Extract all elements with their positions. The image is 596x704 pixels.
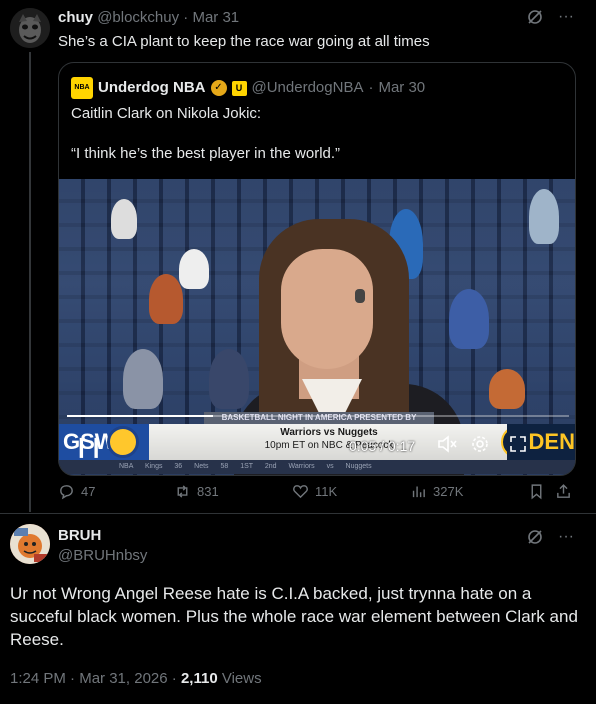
separator-dot: · [171, 670, 177, 687]
avatar[interactable] [10, 524, 50, 564]
pause-icon[interactable]: ❙❙ [73, 434, 104, 459]
quote-header: NBA Underdog NBA ✓ U @UnderdogNBA · Mar … [71, 77, 425, 99]
video-time: 0:05 / 0:17 [349, 438, 416, 454]
tweet-header: chuy @blockchuy · Mar 31 [58, 9, 239, 27]
quote-date: Mar 30 [378, 79, 426, 96]
grok-icon[interactable] [526, 528, 544, 551]
crowd-person [449, 289, 489, 349]
thread-line [29, 52, 31, 512]
grok-icon[interactable] [526, 8, 544, 31]
video-progress-fill [67, 415, 213, 417]
tweet-top-icons: ··· [526, 528, 574, 551]
crowd-person [179, 249, 209, 289]
display-name[interactable]: BRUH [58, 527, 101, 544]
ticker-title: BASKETBALL NIGHT IN AMERICA PRESENTED BY… [204, 412, 434, 434]
avatar[interactable] [10, 8, 50, 48]
views-chart-icon [412, 486, 425, 498]
mute-icon[interactable] [437, 435, 457, 458]
tweet-meta: 1:24 PM · Mar 31, 2026 · 2,110 Views [10, 670, 262, 687]
video-progress-bar[interactable] [67, 415, 569, 417]
view-count: 327K [433, 484, 464, 499]
handle[interactable]: @BRUHnbsy [58, 547, 147, 564]
tv-ticker: BASKETBALL NIGHT IN AMERICA PRESENTED BY… [59, 412, 575, 474]
reporter-face [281, 249, 373, 369]
like-button[interactable]: 11K [292, 483, 337, 500]
crowd-person [209, 349, 249, 409]
earpiece [355, 289, 365, 303]
tweet-date[interactable]: Mar 31, 2026 [79, 670, 167, 687]
tweet-time[interactable]: 1:24 PM [10, 670, 66, 687]
heart-icon [293, 485, 308, 499]
avatar-image [10, 524, 50, 564]
separator-dot: · [183, 9, 189, 26]
ticker-scores: NBA Kings 36 Nets 58 1ST 2nd Warriors vs… [59, 460, 575, 474]
repost-icon [177, 485, 188, 498]
views-count: 2,110 [180, 670, 218, 687]
verified-badge-icon: ✓ [210, 80, 227, 96]
tweet-text: She’s a CIA plant to keep the race war g… [58, 33, 430, 50]
display-name[interactable]: chuy [58, 9, 93, 26]
crowd-person [123, 349, 163, 409]
repost-button[interactable]: 831 [174, 483, 219, 500]
share-icon [557, 484, 570, 498]
crowd-person [149, 274, 183, 324]
like-count: 11K [315, 484, 338, 499]
tweet-text: Ur not Wrong Angel Reese hate is C.I.A b… [10, 584, 578, 649]
handle[interactable]: @blockchuy [97, 9, 179, 26]
bookmark-button[interactable] [528, 483, 545, 500]
quote-handle: @UnderdogNBA [251, 79, 364, 96]
more-icon[interactable]: ··· [558, 8, 574, 31]
warriors-logo-icon [107, 426, 139, 458]
views-label: Views [221, 670, 262, 687]
tweet-top-icons: ··· [526, 8, 574, 31]
video-player[interactable]: BASKETBALL NIGHT IN AMERICA PRESENTED BY… [59, 179, 575, 475]
repost-count: 831 [197, 484, 219, 499]
views-button[interactable]: 327K [410, 483, 463, 500]
reply-button[interactable]: 47 [58, 483, 95, 500]
reply-icon [60, 485, 73, 500]
tweet-date[interactable]: Mar 31 [192, 9, 239, 26]
fullscreen-icon[interactable] [509, 435, 527, 458]
share-button[interactable] [555, 483, 572, 500]
reply-count: 47 [81, 484, 96, 499]
crowd-person [529, 189, 559, 244]
affiliate-badge-icon: U [231, 80, 247, 96]
avatar-image [10, 8, 50, 48]
quote-display-name[interactable]: Underdog NBA [98, 79, 206, 97]
crowd-person [111, 199, 137, 239]
crowd-person [489, 369, 525, 409]
settings-gear-icon[interactable] [471, 435, 489, 458]
more-icon[interactable]: ··· [558, 528, 574, 551]
separator-dot: · [368, 79, 374, 96]
bookmark-icon [531, 484, 542, 500]
quote-text: Caitlin Clark on Nikola Jokic: “I think … [71, 105, 341, 162]
underdog-logo-icon[interactable]: NBA [71, 77, 93, 99]
separator-dot: · [70, 670, 76, 687]
tweet-actions: 47 831 11K 327K [58, 483, 576, 503]
tweet-bruh[interactable]: BRUH @BRUHnbsy ··· Ur not Wrong Angel Re… [0, 514, 596, 704]
quoted-tweet[interactable]: NBA Underdog NBA ✓ U @UnderdogNBA · Mar … [58, 62, 576, 476]
tweet-chuy[interactable]: chuy @blockchuy · Mar 31 ··· She’s a CIA… [0, 0, 596, 514]
